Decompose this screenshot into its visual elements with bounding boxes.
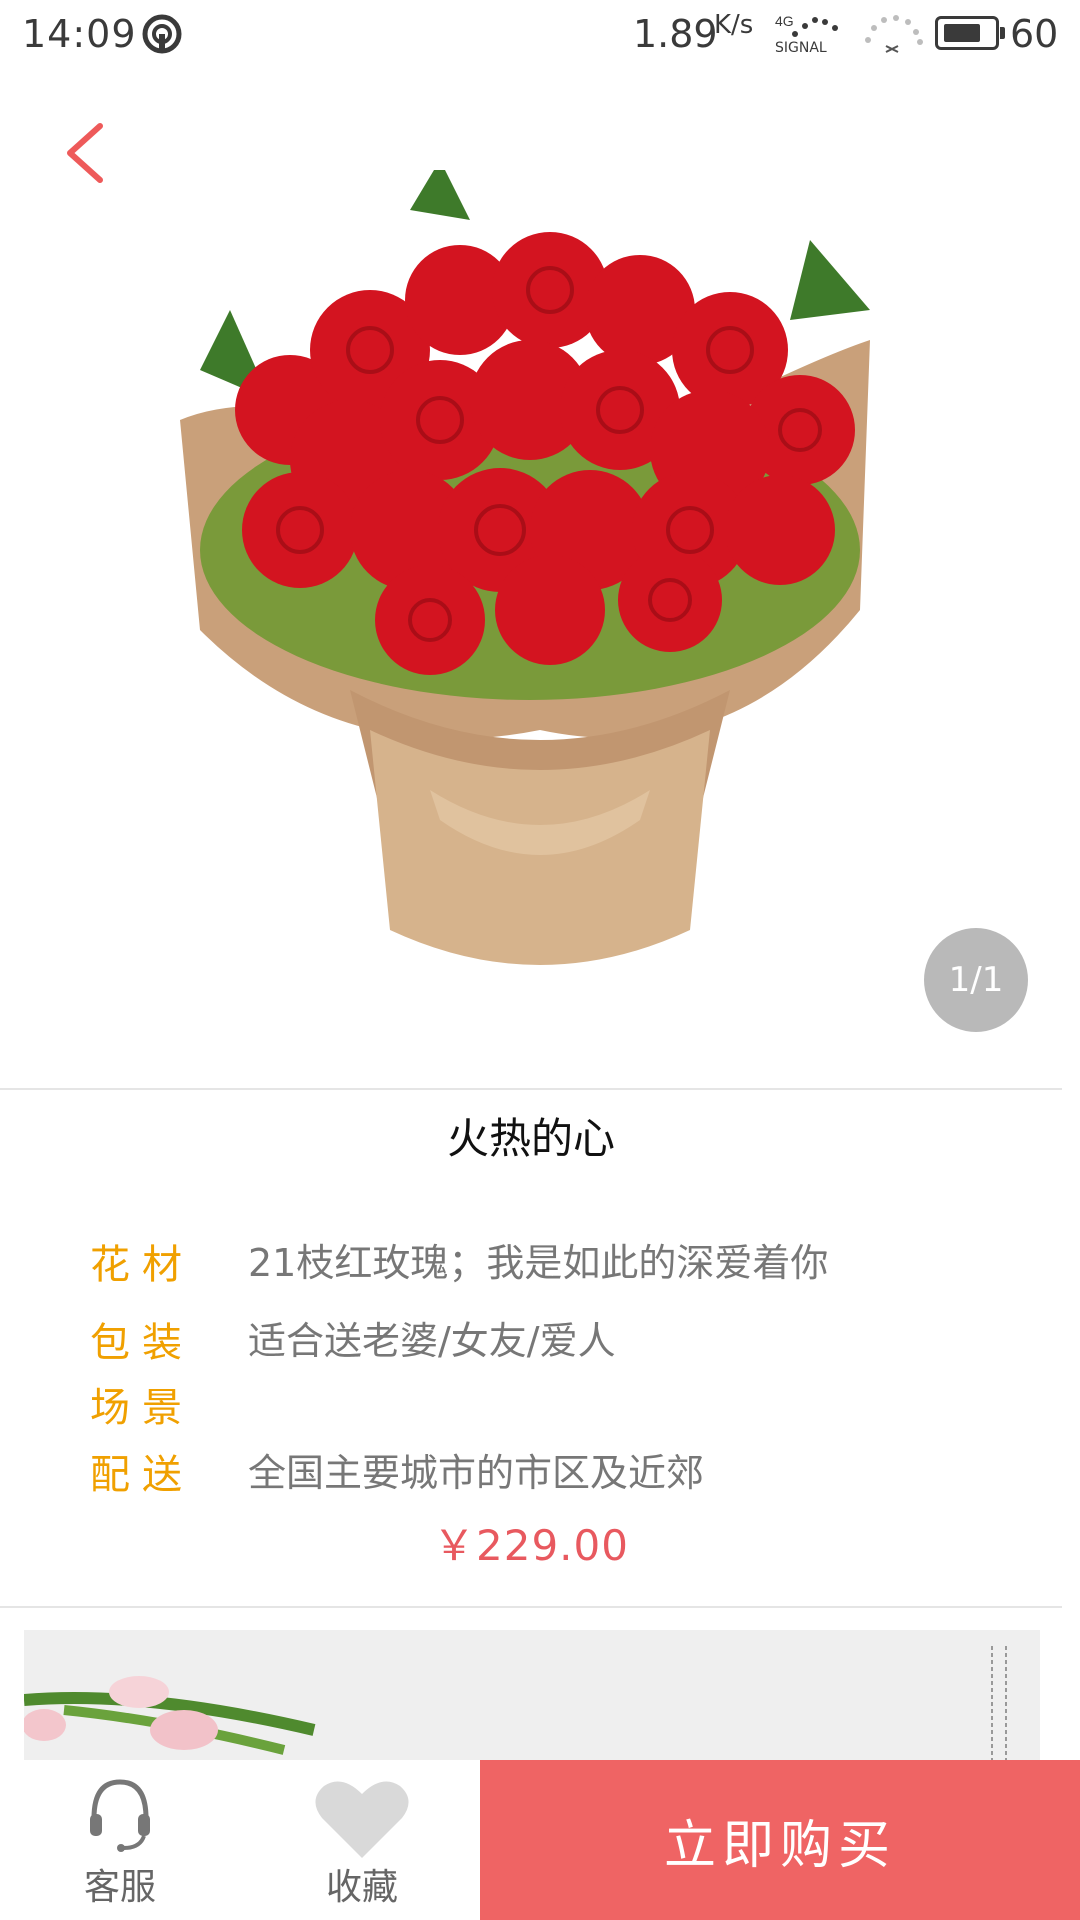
heart-icon [315, 1781, 409, 1858]
wifi-icon [865, 15, 923, 53]
spec-value-material: 21枝红玫瑰；我是如此的深爱着你 [248, 1241, 829, 1285]
spec-label-delivery: 配送 [90, 1452, 194, 1498]
hotspot-icon [142, 14, 182, 54]
network-speed-unit: K/s [714, 10, 754, 40]
favorite-button[interactable]: 收藏 [262, 1760, 462, 1920]
spec-label-packaging: 包装 [90, 1320, 194, 1366]
favorite-label: 收藏 [325, 1867, 398, 1908]
image-counter: 1/1 [924, 928, 1028, 1032]
back-arrow-icon[interactable] [58, 118, 118, 188]
product-title: 火热的心 [446, 1114, 615, 1163]
divider [0, 1088, 1062, 1090]
signal-label: SIGNAL [775, 40, 827, 56]
network-type: 4G [775, 13, 794, 29]
spec-label-material: 花材 [90, 1242, 194, 1288]
tulip-decoration [24, 1676, 316, 1755]
buy-now-button[interactable]: 立即购买 [480, 1760, 1080, 1920]
spec-value-packaging: 适合送老婆/女友/爱人 [248, 1319, 616, 1363]
network-speed: 1.89 [633, 12, 718, 56]
status-time: 14:09 [22, 12, 137, 56]
cellular-signal-icon: 4G SIGNAL [775, 8, 845, 60]
product-price: ￥229.00 [433, 1521, 629, 1570]
battery-level: 60 [1010, 12, 1059, 56]
battery-icon [935, 16, 1005, 50]
customer-service-label: 客服 [83, 1867, 156, 1908]
spec-label-scene: 场景 [90, 1385, 194, 1431]
spec-value-delivery: 全国主要城市的市区及近郊 [248, 1451, 705, 1495]
status-bar: 14:09 1.89 K/s 4G SIGNAL 60 [0, 0, 1080, 70]
headset-icon [90, 1779, 150, 1852]
decorative-text [991, 1646, 1007, 1761]
product-image[interactable] [170, 170, 910, 990]
divider [0, 1606, 1062, 1608]
customer-service-button[interactable]: 客服 [20, 1760, 220, 1920]
detail-image [24, 1630, 1040, 1770]
